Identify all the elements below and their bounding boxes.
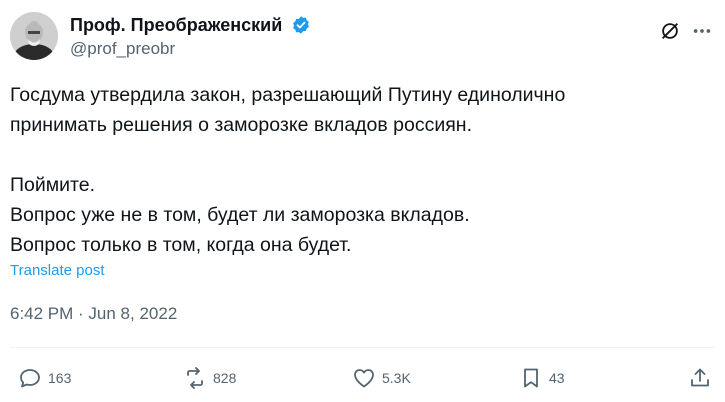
post-line: Вопрос уже не в том, будет ли заморозка …: [10, 204, 470, 226]
reply-button[interactable]: 163: [18, 364, 71, 392]
like-button[interactable]: 5.3K: [352, 364, 411, 392]
like-count: 5.3K: [382, 370, 411, 386]
post-line: Вопрос только в том, когда она будет.: [10, 234, 352, 256]
bookmark-icon: [524, 368, 538, 388]
more-icon[interactable]: [691, 20, 713, 42]
post-line: принимать решения о заморозке вкладов ро…: [10, 114, 472, 136]
like-icon: [354, 369, 374, 388]
post-line: Госдума утвердила закон, разрешающий Пут…: [10, 84, 566, 106]
share-button[interactable]: [688, 364, 712, 392]
divider: [10, 347, 715, 348]
repost-icon: [187, 367, 203, 389]
post-line: Поймите.: [10, 174, 96, 196]
display-name[interactable]: Проф. Преображенский: [70, 14, 282, 36]
post-timestamp[interactable]: 6:42 PM · Jun 8, 2022: [10, 304, 177, 324]
bookmark-count: 43: [549, 370, 565, 386]
post-header: Проф. Преображенский @prof_preobr: [10, 12, 715, 60]
reply-count: 163: [48, 370, 72, 386]
repost-count: 828: [213, 370, 237, 386]
handle[interactable]: @prof_preobr: [70, 38, 311, 60]
action-bar: 163 828 5.3K 43: [0, 360, 725, 396]
bookmark-button[interactable]: 43: [519, 364, 565, 392]
repost-button[interactable]: 828: [183, 364, 236, 392]
translate-post-link[interactable]: Translate post: [10, 262, 105, 279]
avatar[interactable]: [10, 12, 58, 60]
reply-icon: [20, 369, 40, 388]
post-text: Госдума утвердила закон, разрешающий Пут…: [10, 80, 710, 260]
share-icon: [691, 368, 709, 387]
verified-badge-icon: [292, 16, 309, 34]
author-block: Проф. Преображенский @prof_preobr: [70, 14, 311, 60]
grok-icon[interactable]: [659, 20, 681, 42]
